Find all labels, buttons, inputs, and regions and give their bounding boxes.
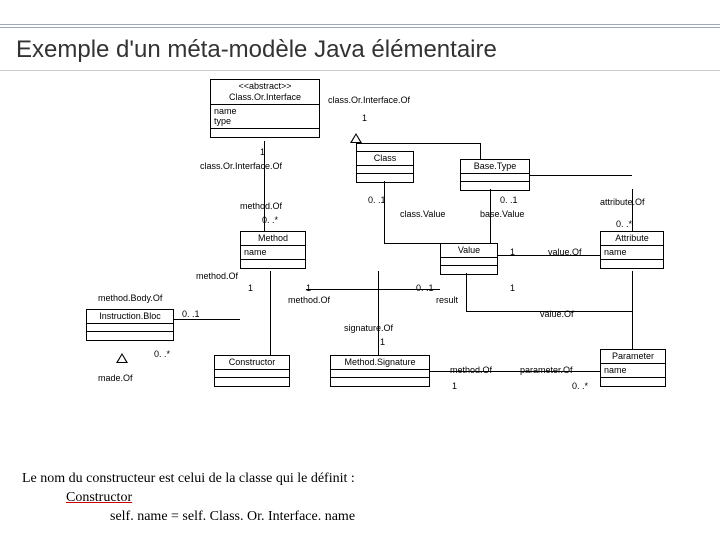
empty <box>601 378 665 386</box>
class-header: <<abstract>> Class.Or.Interface <box>211 80 319 105</box>
class-attribute: Attribute name <box>600 231 664 269</box>
assoc-label: signature.Of <box>344 323 393 333</box>
multiplicity-label: 0. .* <box>572 381 588 391</box>
assoc-label: method.Of <box>288 295 330 305</box>
class-name-label: Class.Or.Interface <box>214 92 316 103</box>
multiplicity-label: 0. .1 <box>182 309 200 319</box>
empty <box>215 378 289 386</box>
edge <box>430 371 600 372</box>
assoc-label: method.Of <box>240 201 282 211</box>
empty <box>357 174 413 182</box>
class-attrs: name <box>241 246 305 260</box>
assoc-label: class.Or.Interface.Of <box>200 161 282 171</box>
assoc-label: result <box>436 295 458 305</box>
assoc-label: class.Value <box>400 209 445 219</box>
class-attrs: name <box>601 364 665 378</box>
generalization-arrow-icon <box>350 133 362 143</box>
class-instruction-bloc: Instruction.Bloc <box>86 309 174 341</box>
footer-line2: Constructor <box>22 489 355 508</box>
empty <box>357 166 413 174</box>
class-class-or-interface: <<abstract>> Class.Or.Interface name typ… <box>210 79 320 138</box>
assoc-label: method.Of <box>450 365 492 375</box>
edge <box>264 141 265 231</box>
multiplicity-label: 1 <box>306 283 311 293</box>
multiplicity-label: 0. .* <box>616 219 632 229</box>
class-name-label: Attribute <box>601 232 663 246</box>
multiplicity-label: 1 <box>452 381 457 391</box>
footer-line3: self. name = self. Class. Or. Interface.… <box>22 508 355 527</box>
assoc-label: base.Value <box>480 209 524 219</box>
edge <box>480 143 481 159</box>
edge <box>306 289 440 290</box>
edge <box>384 181 385 243</box>
empty <box>441 266 497 274</box>
edge <box>384 243 440 244</box>
class-attrs: name <box>601 246 663 260</box>
empty <box>461 174 529 182</box>
class-constructor: Constructor <box>214 355 290 387</box>
edge <box>498 255 600 256</box>
empty <box>601 260 663 268</box>
class-name-label: Method.Signature <box>331 356 429 370</box>
edge <box>490 189 491 243</box>
page-title: Exemple d'un méta-modèle Java élémentair… <box>0 28 720 71</box>
empty <box>331 370 429 378</box>
edge <box>174 319 240 320</box>
class-method-signature: Method.Signature <box>330 355 430 387</box>
assoc-label: method.Body.Of <box>98 293 162 303</box>
class-class: Class <box>356 151 414 183</box>
class-name-label: Class <box>357 152 413 166</box>
window-topbar <box>0 0 720 28</box>
assoc-label: class.Or.Interface.Of <box>328 95 410 105</box>
multiplicity-label: 0. .1 <box>500 195 518 205</box>
edge <box>356 143 357 151</box>
class-name-label: Instruction.Bloc <box>87 310 173 324</box>
uml-diagram: <<abstract>> Class.Or.Interface name typ… <box>0 71 720 431</box>
multiplicity-label: 1 <box>510 283 515 293</box>
class-method: Method name <box>240 231 306 269</box>
class-value: Value <box>440 243 498 275</box>
edge <box>530 175 632 176</box>
multiplicity-label: 0. .* <box>154 349 170 359</box>
class-name-label: Constructor <box>215 356 289 370</box>
class-parameter: Parameter name <box>600 349 666 387</box>
multiplicity-label: 0. .1 <box>416 283 434 293</box>
empty <box>331 378 429 386</box>
empty <box>241 260 305 268</box>
edge <box>378 271 379 355</box>
empty <box>215 370 289 378</box>
class-ops-empty <box>211 129 319 137</box>
class-attrs: name type <box>211 105 319 130</box>
assoc-label: parameter.Of <box>520 365 573 375</box>
class-name-label: Value <box>441 244 497 258</box>
empty <box>441 258 497 266</box>
class-name-label: Parameter <box>601 350 665 364</box>
multiplicity-label: 0. .1 <box>368 195 386 205</box>
edge <box>632 189 633 231</box>
multiplicity-label: 1 <box>248 283 253 293</box>
assoc-label: method.Of <box>196 271 238 281</box>
edge <box>270 271 271 355</box>
multiplicity-label: 1 <box>362 113 367 123</box>
assoc-label: made.Of <box>98 373 133 383</box>
empty <box>461 182 529 190</box>
edge <box>466 273 467 311</box>
edge <box>356 143 480 144</box>
assoc-label: attribute.Of <box>600 197 645 207</box>
stereotype-label: <<abstract>> <box>214 81 316 92</box>
empty <box>87 324 173 332</box>
multiplicity-label: 1 <box>380 337 385 347</box>
class-base-type: Base.Type <box>460 159 530 191</box>
edge <box>466 311 632 312</box>
footer-text: Le nom du constructeur est celui de la c… <box>22 470 355 527</box>
edge <box>632 271 633 349</box>
class-name-label: Method <box>241 232 305 246</box>
class-name-label: Base.Type <box>461 160 529 174</box>
footer-line1: Le nom du constructeur est celui de la c… <box>22 471 355 486</box>
generalization-arrow-icon <box>116 353 128 363</box>
empty <box>87 332 173 340</box>
